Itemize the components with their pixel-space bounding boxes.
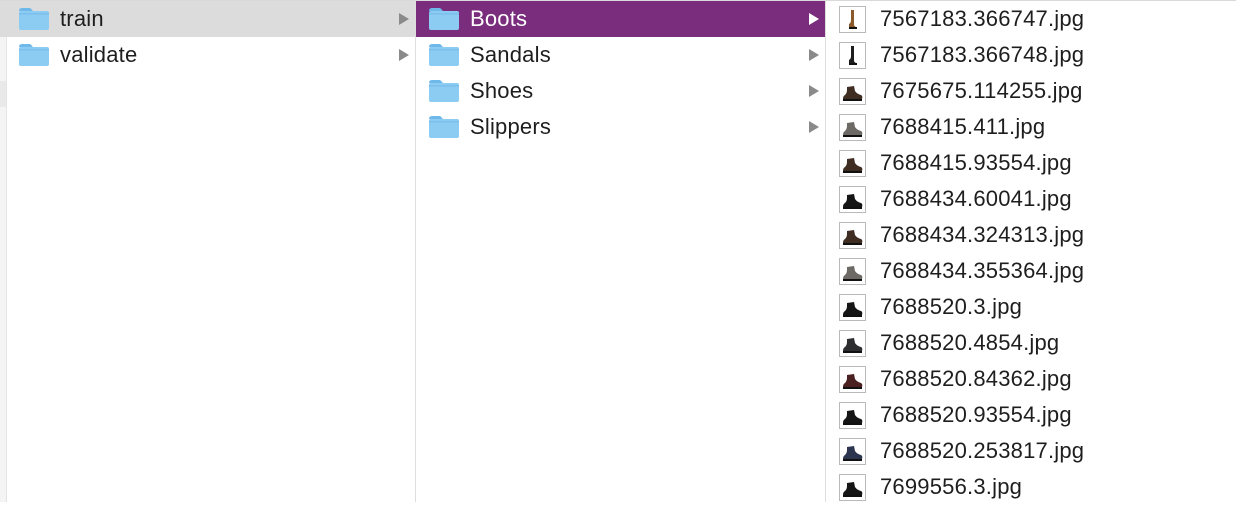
file-row[interactable]: 7688434.324313.jpg [826,217,1236,253]
file-name: 7688520.4854.jpg [880,330,1060,355]
image-thumbnail-icon [839,257,866,285]
folder-icon [429,44,459,66]
file-name: 7688434.324313.jpg [880,222,1085,247]
finder-column-browser: train validate Boots Sandals Shoes Slippers … [0,0,1236,502]
file-row[interactable]: 7688415.93554.jpg [826,145,1236,181]
file-row[interactable]: 7567183.366747.jpg [826,1,1236,37]
disclosure-arrow-icon [809,85,819,97]
folder-icon [19,8,49,30]
file-row[interactable]: 7688520.253817.jpg [826,433,1236,469]
image-thumbnail-icon [839,41,866,69]
folder-row[interactable]: validate [0,37,415,73]
folder-row[interactable]: Slippers [416,109,825,145]
folder-row[interactable]: Sandals [416,37,825,73]
file-row[interactable]: 7688520.4854.jpg [826,325,1236,361]
file-name: 7688520.253817.jpg [880,438,1085,463]
folder-name: Shoes [470,78,534,103]
disclosure-arrow-icon [809,121,819,133]
file-name: 7688415.93554.jpg [880,150,1072,175]
column-root[interactable]: train validate [0,1,416,502]
column-resize-edge[interactable] [0,1,7,502]
image-thumbnail-icon [839,401,866,429]
image-thumbnail-icon [839,365,866,393]
folder-row[interactable]: train [0,1,415,37]
file-row[interactable]: 7688415.411.jpg [826,109,1236,145]
file-name: 7688520.93554.jpg [880,402,1072,427]
file-name: 7688434.60041.jpg [880,186,1072,211]
column-train[interactable]: Boots Sandals Shoes Slippers [416,1,826,502]
file-name: 7688520.3.jpg [880,294,1023,319]
file-name: 7567183.366748.jpg [880,42,1085,67]
image-thumbnail-icon [839,221,866,249]
file-row[interactable]: 7688434.60041.jpg [826,181,1236,217]
file-row[interactable]: 7688434.355364.jpg [826,253,1236,289]
folder-name: Boots [470,6,528,31]
scroll-knob[interactable] [0,81,6,107]
image-thumbnail-icon [839,149,866,177]
image-thumbnail-icon [839,473,866,501]
folder-row[interactable]: Boots [416,1,825,37]
folder-icon [19,44,49,66]
folder-row[interactable]: Shoes [416,73,825,109]
file-row[interactable]: 7567183.366748.jpg [826,37,1236,73]
image-thumbnail-icon [839,329,866,357]
image-thumbnail-icon [839,293,866,321]
image-thumbnail-icon [839,113,866,141]
folder-icon [429,116,459,138]
folder-icon [429,8,459,30]
file-name: 7688520.84362.jpg [880,366,1072,391]
file-name: 7675675.114255.jpg [880,78,1083,103]
file-row[interactable]: 7688520.84362.jpg [826,361,1236,397]
file-name: 7688415.411.jpg [880,114,1046,139]
disclosure-arrow-icon [399,13,409,25]
image-thumbnail-icon [839,77,866,105]
disclosure-arrow-icon [809,13,819,25]
file-row[interactable]: 7699556.3.jpg [826,469,1236,505]
image-thumbnail-icon [839,5,866,33]
folder-name: Sandals [470,42,551,67]
folder-name: validate [60,42,138,67]
disclosure-arrow-icon [809,49,819,61]
image-thumbnail-icon [839,185,866,213]
disclosure-arrow-icon [399,49,409,61]
folder-icon [429,80,459,102]
folder-name: train [60,6,104,31]
file-row[interactable]: 7688520.93554.jpg [826,397,1236,433]
column-boots[interactable]: 7567183.366747.jpg 7567183.366748.jpg 7675… [826,1,1236,502]
file-name: 7699556.3.jpg [880,474,1023,499]
file-row[interactable]: 7675675.114255.jpg [826,73,1236,109]
image-thumbnail-icon [839,437,866,465]
folder-name: Slippers [470,114,552,139]
file-name: 7688434.355364.jpg [880,258,1085,283]
file-name: 7567183.366747.jpg [880,6,1085,31]
file-row[interactable]: 7688520.3.jpg [826,289,1236,325]
